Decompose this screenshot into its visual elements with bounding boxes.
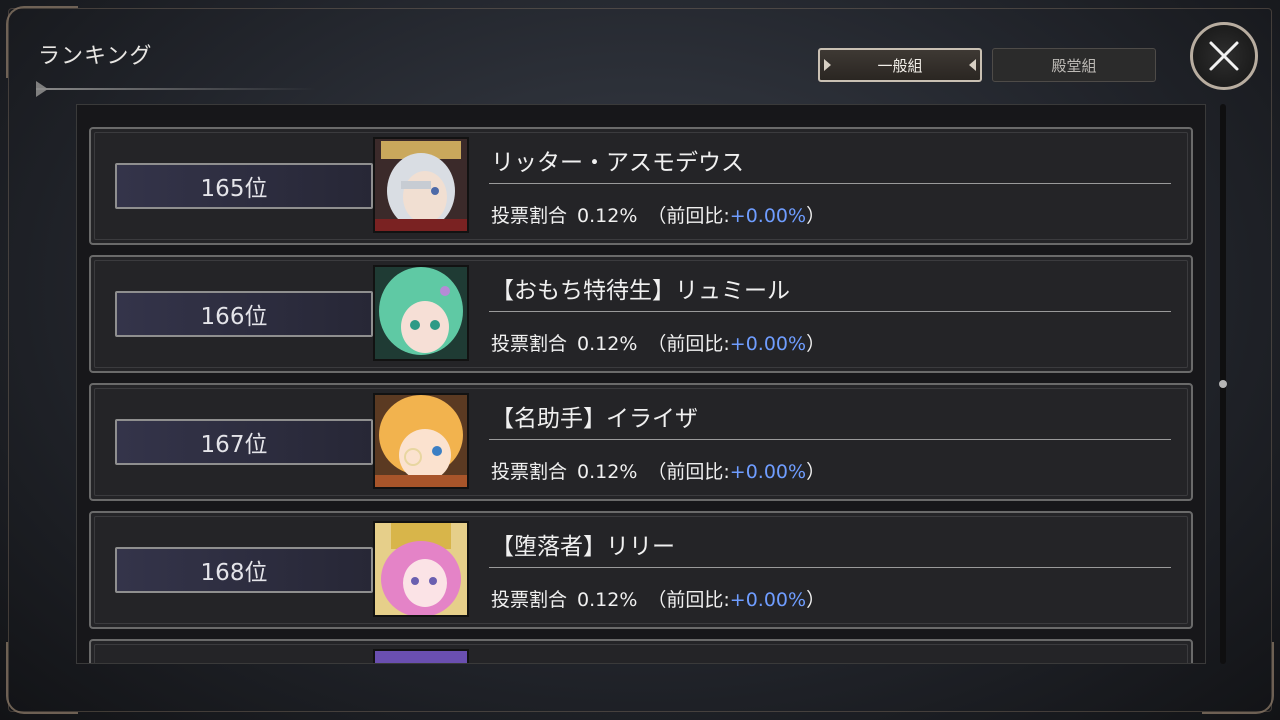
prev-close: ） bbox=[806, 333, 826, 355]
pink-haired-nun-portrait[interactable] bbox=[373, 521, 469, 617]
prev-close: ） bbox=[806, 589, 826, 611]
rank-label: 166位 bbox=[200, 304, 268, 330]
partial-portrait[interactable] bbox=[373, 649, 469, 663]
close-x-icon bbox=[1209, 41, 1239, 71]
tab-general-group[interactable]: 一般組 bbox=[818, 48, 982, 82]
vote-stats: 投票割合 0.12% （前回比:+0.00%） bbox=[491, 201, 825, 228]
rank-plate: 168位 bbox=[115, 547, 373, 593]
ranking-entry[interactable]: 166位 【おもち特待生】リュミール 投票割合 0.12% （前回比:+0.00%） bbox=[89, 255, 1193, 373]
prev-change-value: +0.00% bbox=[729, 589, 807, 611]
entry-divider bbox=[489, 439, 1171, 440]
rank-label: 167位 bbox=[200, 432, 268, 458]
character-name: 【堕落者】リリー bbox=[491, 534, 675, 560]
rank-plate: 165位 bbox=[115, 163, 373, 209]
ranking-entry-partial[interactable] bbox=[89, 639, 1193, 663]
vote-value: 0.12% bbox=[577, 461, 638, 483]
tab-hall-of-fame-group[interactable]: 殿堂組 bbox=[992, 48, 1156, 82]
ornament-corner-bottom-left bbox=[6, 642, 78, 714]
prev-label: （前回比: bbox=[647, 333, 730, 355]
prev-label: （前回比: bbox=[647, 589, 730, 611]
vote-value: 0.12% bbox=[577, 205, 638, 227]
prev-close: ） bbox=[806, 205, 826, 227]
vote-value: 0.12% bbox=[577, 333, 638, 355]
title-underline bbox=[36, 88, 316, 90]
scrollbar-thumb[interactable] bbox=[1219, 380, 1227, 388]
tab-hall-of-fame-group-label: 殿堂組 bbox=[1051, 56, 1097, 75]
ranking-entry[interactable]: 167位 【名助手】イライザ 投票割合 0.12% （前回比:+0.00%） bbox=[89, 383, 1193, 501]
prev-label: （前回比: bbox=[647, 461, 730, 483]
prev-change-value: +0.00% bbox=[729, 333, 807, 355]
ranking-list-panel[interactable]: 165位 リッター・アスモデウス 投票割合0.12%（前回比:+0.00%） bbox=[76, 104, 1206, 664]
vote-stats: 投票割合 0.12% （前回比:+0.00%） bbox=[491, 585, 825, 612]
close-button[interactable] bbox=[1190, 22, 1258, 90]
entry-divider bbox=[489, 183, 1171, 184]
vote-label: 投票割合 bbox=[491, 461, 568, 483]
green-haired-girl-portrait[interactable] bbox=[373, 265, 469, 361]
page-title: ランキング bbox=[38, 44, 153, 69]
white-haired-knight-portrait[interactable] bbox=[373, 137, 469, 233]
rank-plate: 166位 bbox=[115, 291, 373, 337]
prev-label: （前回比: bbox=[647, 205, 730, 227]
vote-value: 0.12% bbox=[577, 589, 638, 611]
tab-general-group-label: 一般組 bbox=[877, 56, 923, 75]
ranking-entry[interactable]: 165位 リッター・アスモデウス 投票割合 0.12% （前回比:+0.00%） bbox=[89, 127, 1193, 245]
character-name: リッター・アスモデウス bbox=[491, 150, 744, 176]
ranking-list: 165位 リッター・アスモデウス 投票割合0.12%（前回比:+0.00%） bbox=[89, 127, 1193, 663]
rank-plate: 167位 bbox=[115, 419, 373, 465]
prev-change-value: +0.00% bbox=[729, 205, 807, 227]
prev-change-value: +0.00% bbox=[729, 461, 807, 483]
prev-close: ） bbox=[806, 461, 826, 483]
character-name: 【おもち特待生】リュミール bbox=[491, 278, 790, 304]
entry-divider bbox=[489, 311, 1171, 312]
vote-label: 投票割合 bbox=[491, 333, 568, 355]
vote-stats: 投票割合 0.12% （前回比:+0.00%） bbox=[491, 329, 825, 356]
rank-label: 165位 bbox=[200, 176, 268, 202]
vote-label: 投票割合 bbox=[491, 589, 568, 611]
blonde-assistant-portrait[interactable] bbox=[373, 393, 469, 489]
ranking-entry[interactable]: 168位 【堕落者】リリー 投票割合 0.12% （前回比:+0.00%） bbox=[89, 511, 1193, 629]
entry-divider bbox=[489, 567, 1171, 568]
vote-label: 投票割合 bbox=[491, 205, 568, 227]
character-name: 【名助手】イライザ bbox=[491, 406, 698, 432]
vote-stats: 投票割合 0.12% （前回比:+0.00%） bbox=[491, 457, 825, 484]
ornament-corner-bottom-right bbox=[1202, 642, 1274, 714]
rank-label: 168位 bbox=[200, 560, 268, 586]
